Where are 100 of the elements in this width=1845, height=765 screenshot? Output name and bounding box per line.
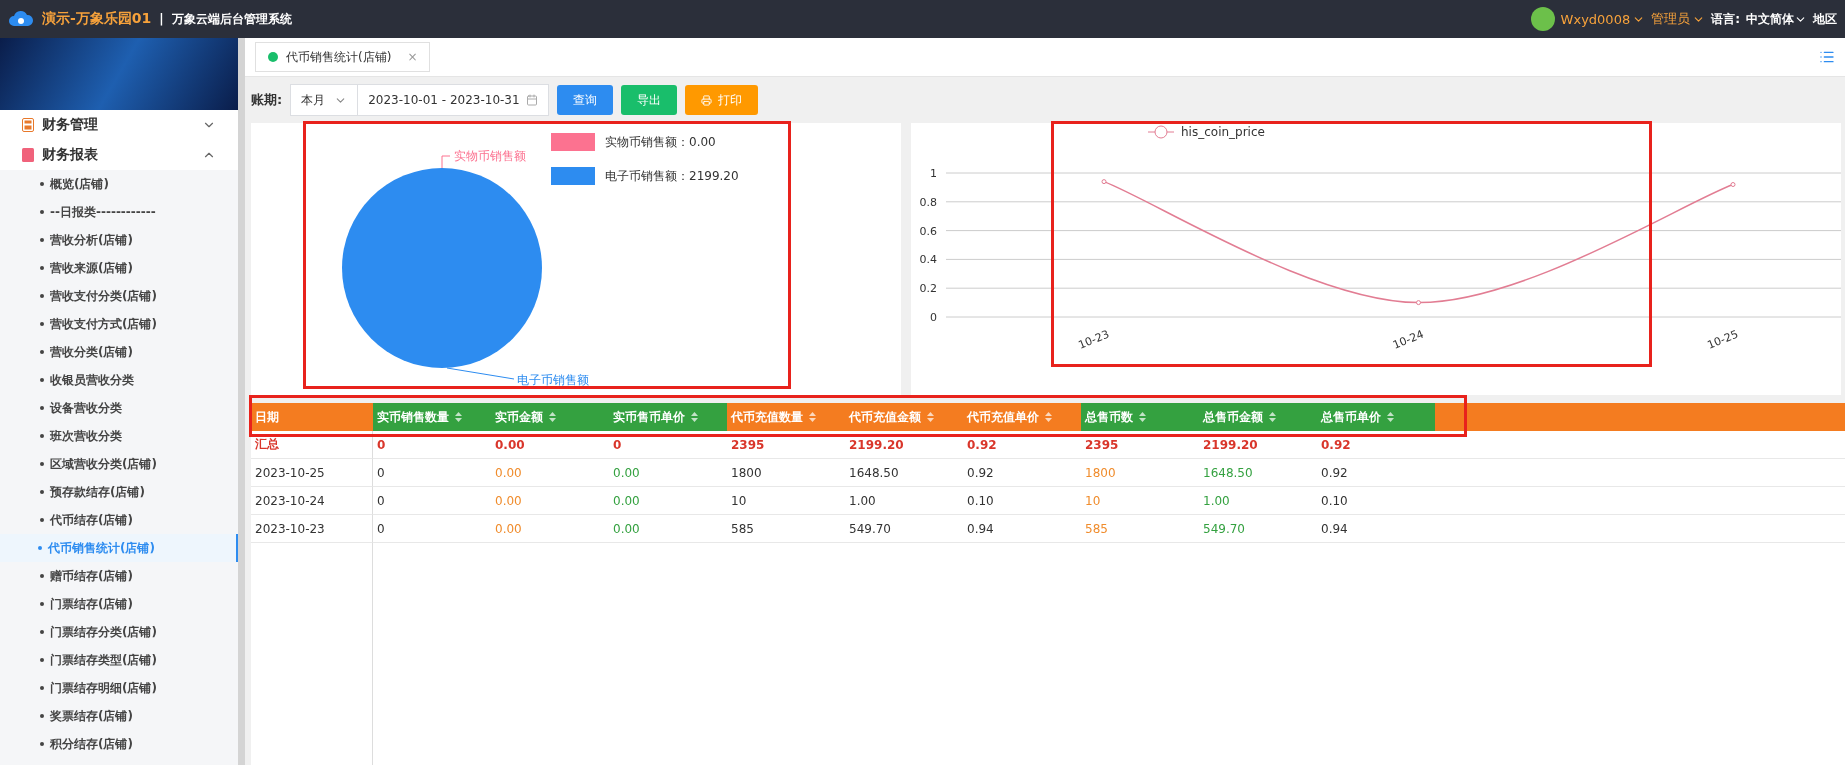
sort-icon[interactable] <box>1045 412 1052 422</box>
avatar-icon[interactable] <box>1530 7 1555 31</box>
table-cell: 2023-10-25 <box>251 459 373 487</box>
legend-swatch[interactable] <box>551 167 595 185</box>
table-cell: 0.00 <box>491 431 609 459</box>
page-tab[interactable]: 代币销售统计(店铺) × <box>255 42 431 72</box>
table-cell: 0 <box>373 459 491 487</box>
bullet-icon <box>40 406 44 410</box>
axis-tick-label: 0 <box>930 311 937 324</box>
menu-item[interactable]: 赠币结存(店铺) <box>50 567 133 585</box>
menu-item[interactable]: 营收支付分类(店铺) <box>50 287 157 305</box>
bullet-icon <box>40 322 44 326</box>
table-cell: 1800 <box>727 459 845 487</box>
sort-icon[interactable] <box>549 412 556 422</box>
bullet-icon <box>40 378 44 382</box>
slice-label: 实物币销售额 <box>454 149 526 163</box>
legend-swatch[interactable] <box>551 133 595 151</box>
legend-label[interactable]: 电子币销售额：2199.20 <box>605 167 739 185</box>
user-menu[interactable]: Wxyd0008 <box>1560 11 1646 27</box>
table-cell: 0.00 <box>491 515 609 543</box>
language-menu[interactable]: 中文简体 <box>1746 10 1807 28</box>
menu-item[interactable]: 区域营收分类(店铺) <box>50 455 157 473</box>
legend-label[interactable]: his_coin_price <box>1181 125 1265 139</box>
menu-item[interactable]: 门票结存分类(店铺) <box>50 623 157 641</box>
table-cell: 10 <box>1081 487 1199 515</box>
menu-group[interactable]: 财务管理 <box>0 110 238 140</box>
bullet-icon <box>40 630 44 634</box>
legend-label[interactable]: 实物币销售额：0.00 <box>605 133 716 151</box>
bullet-icon <box>40 658 44 662</box>
legend-marker-icon[interactable] <box>1147 125 1175 139</box>
brand-name: 演示-万象乐园01 <box>42 10 152 28</box>
menu-item[interactable]: 营收支付方式(店铺) <box>50 315 157 333</box>
bullet-icon <box>40 266 44 270</box>
list-icon[interactable] <box>1819 49 1835 65</box>
table-cell: 585 <box>727 515 845 543</box>
table-cell: 1800 <box>1081 459 1199 487</box>
menu-item[interactable]: 设备营收分类 <box>50 399 122 417</box>
data-point <box>1416 300 1421 306</box>
menu-item[interactable]: 门票结存类型(店铺) <box>50 651 157 669</box>
table-cell: 2395 <box>727 431 845 459</box>
table-cell: 0.00 <box>491 459 609 487</box>
sort-icon[interactable] <box>691 412 698 422</box>
table-cell: 585 <box>1081 515 1199 543</box>
menu-item[interactable]: 奖票结存(店铺) <box>50 707 133 725</box>
bullet-icon <box>40 686 44 690</box>
language-label: 语言: <box>1711 10 1740 28</box>
axis-tick-label: 1 <box>930 167 937 180</box>
period-label: 账期: <box>251 91 283 109</box>
bullet-icon <box>40 434 44 438</box>
bullet-icon <box>40 574 44 578</box>
date-range-field[interactable]: 2023-10-01 - 2023-10-31 <box>358 84 550 116</box>
bullet-icon <box>38 546 42 550</box>
menu-item[interactable]: 预存款结存(店铺) <box>50 483 145 501</box>
table-cell: 2199.20 <box>845 431 963 459</box>
leader-line <box>441 155 451 169</box>
table-cell: 0.00 <box>491 487 609 515</box>
sort-icon[interactable] <box>1139 412 1146 422</box>
region-label: 地区 <box>1813 10 1837 28</box>
sort-icon[interactable] <box>1269 412 1276 422</box>
menu-item[interactable]: --日报类------------ <box>50 203 156 221</box>
menu-group[interactable]: 财务报表 <box>0 140 238 170</box>
table-cell: 2023-10-24 <box>251 487 373 515</box>
bullet-icon <box>40 350 44 354</box>
data-point <box>1101 179 1107 185</box>
separator-text: | <box>159 12 164 26</box>
table-cell: 0.00 <box>609 515 727 543</box>
axis-tick-label: 0.6 <box>919 224 937 238</box>
menu-item[interactable]: 门票结存(店铺) <box>50 595 133 613</box>
bullet-icon <box>40 602 44 606</box>
menu-item[interactable]: 积分结存(店铺) <box>50 735 133 753</box>
table-cell: 10 <box>727 487 845 515</box>
axis-tick-label: 0.4 <box>919 253 937 267</box>
role-menu[interactable]: 管理员 <box>1651 10 1706 28</box>
menu-item[interactable]: 营收分类(店铺) <box>50 343 133 361</box>
period-select[interactable]: 本月 <box>290 84 359 116</box>
table-cell: 0 <box>373 431 491 459</box>
menu-item[interactable]: 营收分析(店铺) <box>50 231 133 249</box>
tab-label[interactable]: 代币销售统计(店铺) <box>286 48 392 66</box>
menu-item[interactable]: 概览(店铺) <box>50 175 109 193</box>
table-cell: 0 <box>373 515 491 543</box>
column-header: 日期 <box>251 403 373 431</box>
bullet-icon <box>40 238 44 242</box>
system-name: 万象云端后台管理系统 <box>171 10 292 28</box>
table-cell: 0.10 <box>1317 487 1435 515</box>
menu-item[interactable]: 代币结存(店铺) <box>50 511 133 529</box>
calendar-icon <box>526 94 539 106</box>
axis-tick-label: 0.2 <box>919 282 937 296</box>
table-cell: 0.10 <box>963 487 1081 515</box>
table-cell: 0.94 <box>963 515 1081 543</box>
sort-icon[interactable] <box>455 412 462 422</box>
table-cell: 0 <box>609 431 727 459</box>
sort-icon[interactable] <box>1387 412 1394 422</box>
menu-item[interactable]: 门票结存明细(店铺) <box>50 679 157 697</box>
sort-icon[interactable] <box>927 412 934 422</box>
sort-icon[interactable] <box>809 412 816 422</box>
menu-item[interactable]: 收银员营收分类 <box>50 371 134 389</box>
book-icon <box>22 148 34 162</box>
menu-item[interactable]: 营收来源(店铺) <box>50 259 133 277</box>
menu-item[interactable]: 班次营收分类 <box>50 427 122 445</box>
table-cell: 1.00 <box>845 487 963 515</box>
